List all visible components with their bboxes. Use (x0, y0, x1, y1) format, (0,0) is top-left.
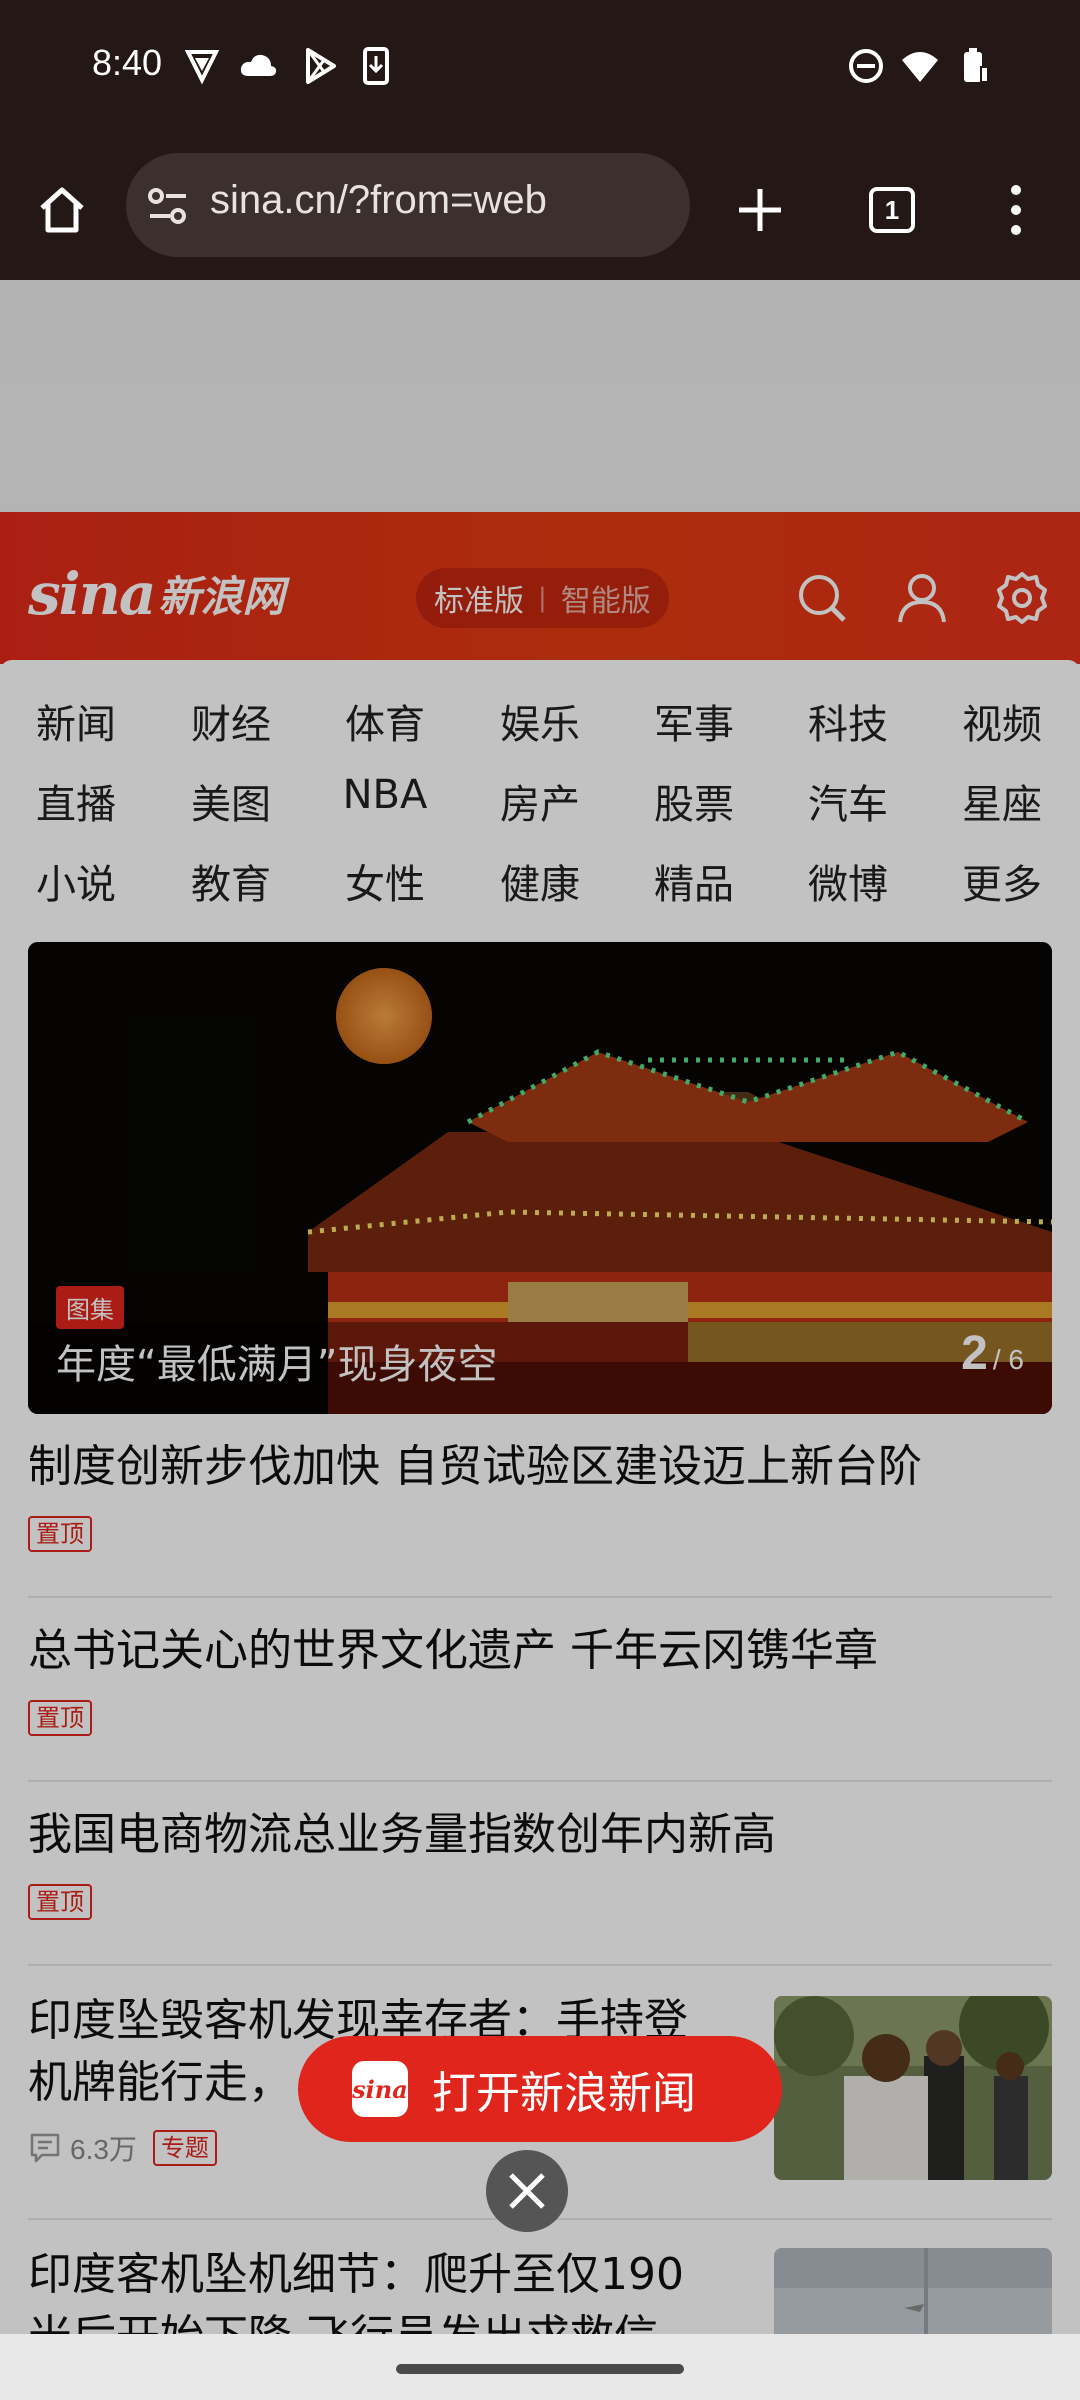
vpn-shield-icon (184, 50, 220, 85)
status-bar: 8:40 (0, 0, 1080, 140)
do-not-disturb-icon (849, 49, 883, 83)
more-menu-button[interactable] (976, 170, 1056, 250)
page-dim-overlay (0, 280, 1080, 2334)
cloud-icon (240, 54, 277, 76)
url-text[interactable]: sina.cn/?from=web (210, 178, 547, 223)
close-icon (509, 2173, 545, 2209)
new-tab-button[interactable] (720, 170, 800, 250)
gesture-handle[interactable] (396, 2364, 684, 2374)
open-app-label: 打开新浪新闻 (432, 2068, 696, 2119)
wifi-icon (902, 52, 938, 82)
tab-count: 1 (869, 187, 915, 233)
overflow-menu-icon (1011, 185, 1021, 235)
open-sina-news-app-button[interactable]: sina 打开新浪新闻 (298, 2036, 782, 2142)
home-icon (40, 187, 84, 233)
home-button[interactable] (22, 170, 102, 250)
play-store-icon (306, 48, 336, 84)
system-nav-bar (0, 2334, 1080, 2400)
close-banner-button[interactable] (486, 2150, 568, 2232)
site-settings-icon[interactable] (146, 184, 190, 228)
sina-app-logo: sina (352, 2061, 408, 2117)
download-icon (363, 47, 389, 85)
status-time: 8:40 (92, 42, 163, 83)
battery-icon (964, 48, 988, 82)
plus-icon (739, 189, 781, 231)
tab-switcher-button[interactable]: 1 (852, 170, 932, 250)
